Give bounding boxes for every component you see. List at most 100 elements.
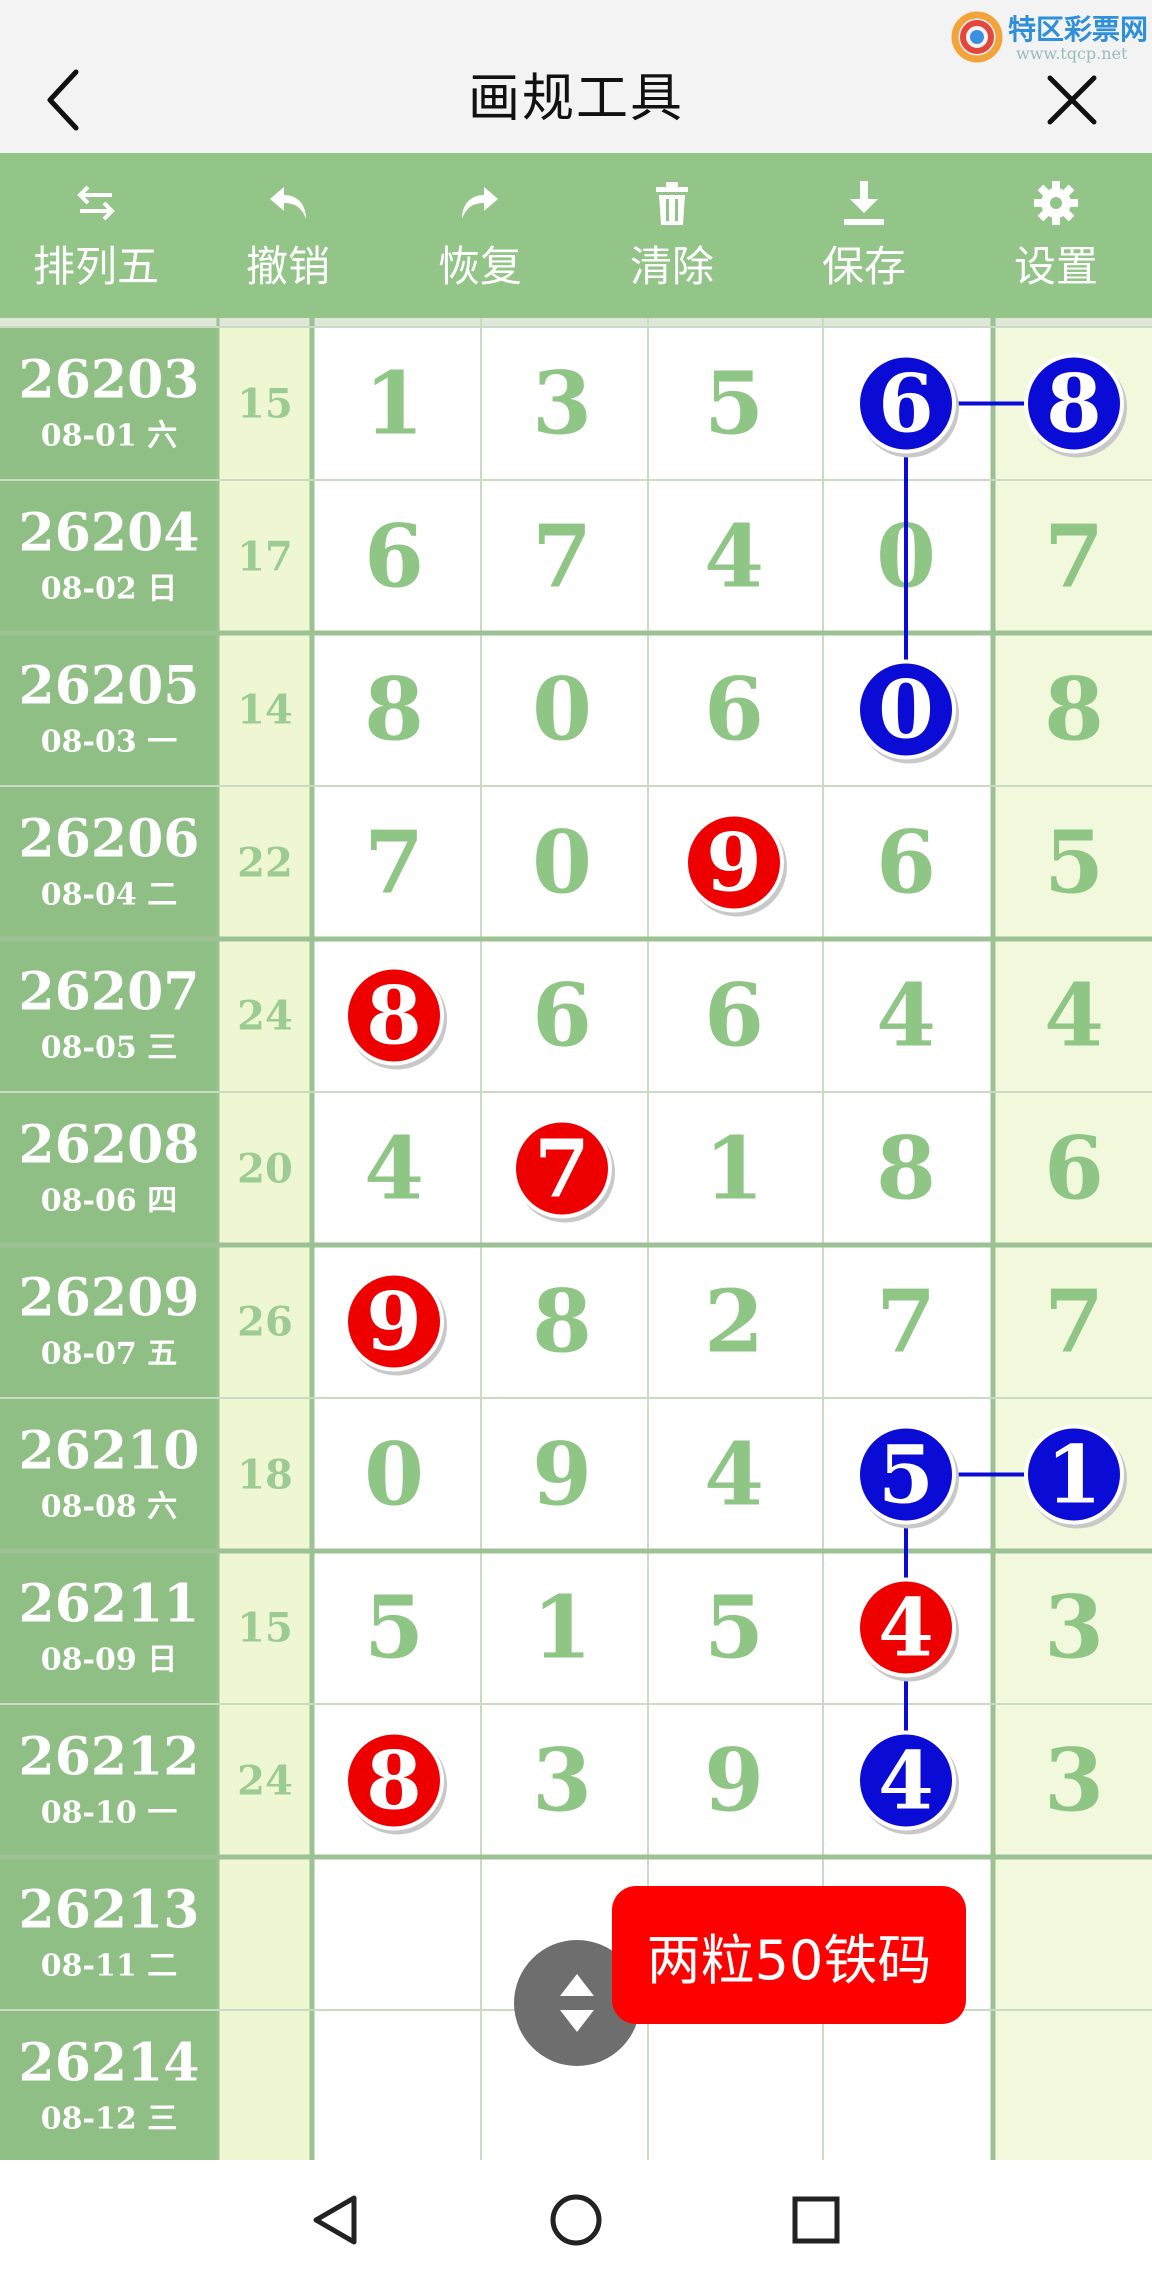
tool-lottery-type[interactable]: 排列五 xyxy=(0,153,192,318)
tool-undo[interactable]: 撤销 xyxy=(192,153,384,318)
grid-digit[interactable]: 0 xyxy=(532,660,592,761)
system-nav-bar xyxy=(0,2160,1152,2278)
grid-digit[interactable]: 5 xyxy=(1044,813,1104,914)
ball-digit: 4 xyxy=(878,1581,934,1675)
nav-back-button[interactable] xyxy=(306,2190,366,2250)
row-issue-number: 26209 xyxy=(19,1268,200,1329)
tool-label: 撤销 xyxy=(245,242,330,291)
tool-clear[interactable]: 清除 xyxy=(576,153,768,318)
logo-swirl-icon xyxy=(951,11,1003,63)
ball-digit: 9 xyxy=(366,1275,422,1369)
grid-digit[interactable]: 1 xyxy=(364,354,424,455)
grid-digit[interactable]: 5 xyxy=(704,354,764,455)
grid-digit[interactable]: 4 xyxy=(364,1119,424,1220)
grid-digit[interactable]: 0 xyxy=(532,813,592,914)
grid-digit[interactable]: 4 xyxy=(704,507,764,608)
tool-save[interactable]: 保存 xyxy=(768,153,960,318)
gear-icon xyxy=(1034,181,1078,225)
grid-digit[interactable]: 3 xyxy=(532,1731,592,1832)
grid-digit[interactable]: 8 xyxy=(532,1272,592,1373)
trash-icon xyxy=(656,182,688,225)
tool-label: 排列五 xyxy=(32,242,159,291)
row-issue-number: 26206 xyxy=(19,809,200,870)
page-title: 画规工具 xyxy=(467,69,684,129)
grid-digit[interactable]: 7 xyxy=(1044,1272,1104,1373)
grid-digit[interactable]: 7 xyxy=(532,507,592,608)
ball-digit: 9 xyxy=(706,816,762,910)
grid-digit[interactable]: 7 xyxy=(1044,507,1104,608)
grid-digit[interactable]: 6 xyxy=(364,507,424,608)
grid-digit[interactable]: 5 xyxy=(704,1578,764,1679)
row-date: 08-02 日 xyxy=(41,572,177,607)
drawing-grid[interactable]: 26203 08-01 六 15 1 3 5 26204 08-02 日 17 6 7 4 0 7 2620… xyxy=(0,318,1152,2160)
ball-digit: 6 xyxy=(878,357,934,451)
grid-digit[interactable]: 3 xyxy=(1044,1578,1104,1679)
sum-column-bg xyxy=(218,318,312,2160)
row-issue-number: 26208 xyxy=(19,1115,200,1176)
row-sum: 20 xyxy=(237,1146,293,1193)
download-icon xyxy=(844,181,884,225)
toolbar: 排列五 撤销 恢复 清除 保存 设置 xyxy=(0,153,1152,318)
site-logo: 特区彩票网 www.tqcp.net xyxy=(950,6,1150,66)
logo-url: www.tqcp.net xyxy=(1016,44,1128,63)
title-bar: 画规工具 特区彩票网 www.tqcp.net xyxy=(0,0,1152,153)
grid-digit[interactable]: 5 xyxy=(364,1578,424,1679)
tool-redo[interactable]: 恢复 xyxy=(384,153,576,318)
nav-home-button[interactable] xyxy=(546,2190,606,2250)
row-date: 08-05 三 xyxy=(41,1031,177,1066)
grid-digit[interactable]: 6 xyxy=(704,660,764,761)
grid-digit[interactable]: 6 xyxy=(532,966,592,1067)
row-date: 08-10 一 xyxy=(41,1796,177,1831)
grid-digit[interactable]: 8 xyxy=(364,660,424,761)
grid-digit[interactable]: 1 xyxy=(532,1578,592,1679)
grid-digit[interactable]: 4 xyxy=(704,1425,764,1526)
close-button[interactable] xyxy=(1040,68,1104,132)
tool-label: 恢复 xyxy=(437,242,522,291)
undo-icon xyxy=(270,187,306,219)
tip-button[interactable]: 两粒50铁码 xyxy=(612,1886,966,2024)
grid-digit[interactable]: 6 xyxy=(704,966,764,1067)
grid-digit[interactable]: 1 xyxy=(704,1119,764,1220)
row-sum: 24 xyxy=(237,1758,293,1805)
redo-icon xyxy=(462,187,498,219)
row-date: 08-11 二 xyxy=(41,1949,177,1984)
row-sum: 24 xyxy=(237,993,293,1040)
close-icon xyxy=(1047,75,1097,125)
row-date: 08-03 一 xyxy=(41,725,177,760)
grid-canvas[interactable]: 2620308-01 六15 1 3 52620408-02 日17 6 7 4 0 72620… xyxy=(0,318,1152,2160)
ball-digit: 8 xyxy=(366,1734,422,1828)
triangle-back-icon xyxy=(313,2195,357,2245)
ball-digit: 5 xyxy=(878,1428,934,1522)
grid-digit[interactable]: 4 xyxy=(876,966,936,1067)
circle-home-icon xyxy=(550,2194,602,2246)
grid-digit[interactable]: 6 xyxy=(1044,1119,1104,1220)
grid-digit[interactable]: 6 xyxy=(876,813,936,914)
row-issue-number: 26210 xyxy=(19,1421,200,1482)
grid-digit[interactable]: 0 xyxy=(364,1425,424,1526)
grid-digit[interactable]: 3 xyxy=(532,354,592,455)
tool-label: 清除 xyxy=(629,242,714,291)
grid-digit[interactable]: 8 xyxy=(1044,660,1104,761)
row-sum: 18 xyxy=(237,1452,293,1499)
square-recents-icon xyxy=(792,2196,840,2244)
ball-digit: 4 xyxy=(878,1734,934,1828)
grid-digit[interactable]: 9 xyxy=(532,1425,592,1526)
tool-settings[interactable]: 设置 xyxy=(960,153,1152,318)
grid-digit[interactable]: 7 xyxy=(364,813,424,914)
grid-digit[interactable]: 4 xyxy=(1044,966,1104,1067)
row-sum: 22 xyxy=(237,840,293,887)
row-date: 08-01 六 xyxy=(41,419,177,454)
grid-digit[interactable]: 2 xyxy=(704,1272,764,1373)
grid-digit[interactable]: 9 xyxy=(704,1731,764,1832)
row-date: 08-04 二 xyxy=(41,878,177,913)
row-issue-number: 26205 xyxy=(19,656,200,717)
row-issue-number: 26214 xyxy=(19,2033,200,2094)
ball-digit: 0 xyxy=(878,663,934,757)
tool-label: 保存 xyxy=(821,242,906,291)
grid-digit[interactable]: 7 xyxy=(876,1272,936,1373)
nav-recents-button[interactable] xyxy=(786,2190,846,2250)
ball-digit: 7 xyxy=(534,1122,590,1216)
row-issue-number: 26212 xyxy=(19,1727,200,1788)
grid-digit[interactable]: 8 xyxy=(876,1119,936,1220)
grid-digit[interactable]: 3 xyxy=(1044,1731,1104,1832)
